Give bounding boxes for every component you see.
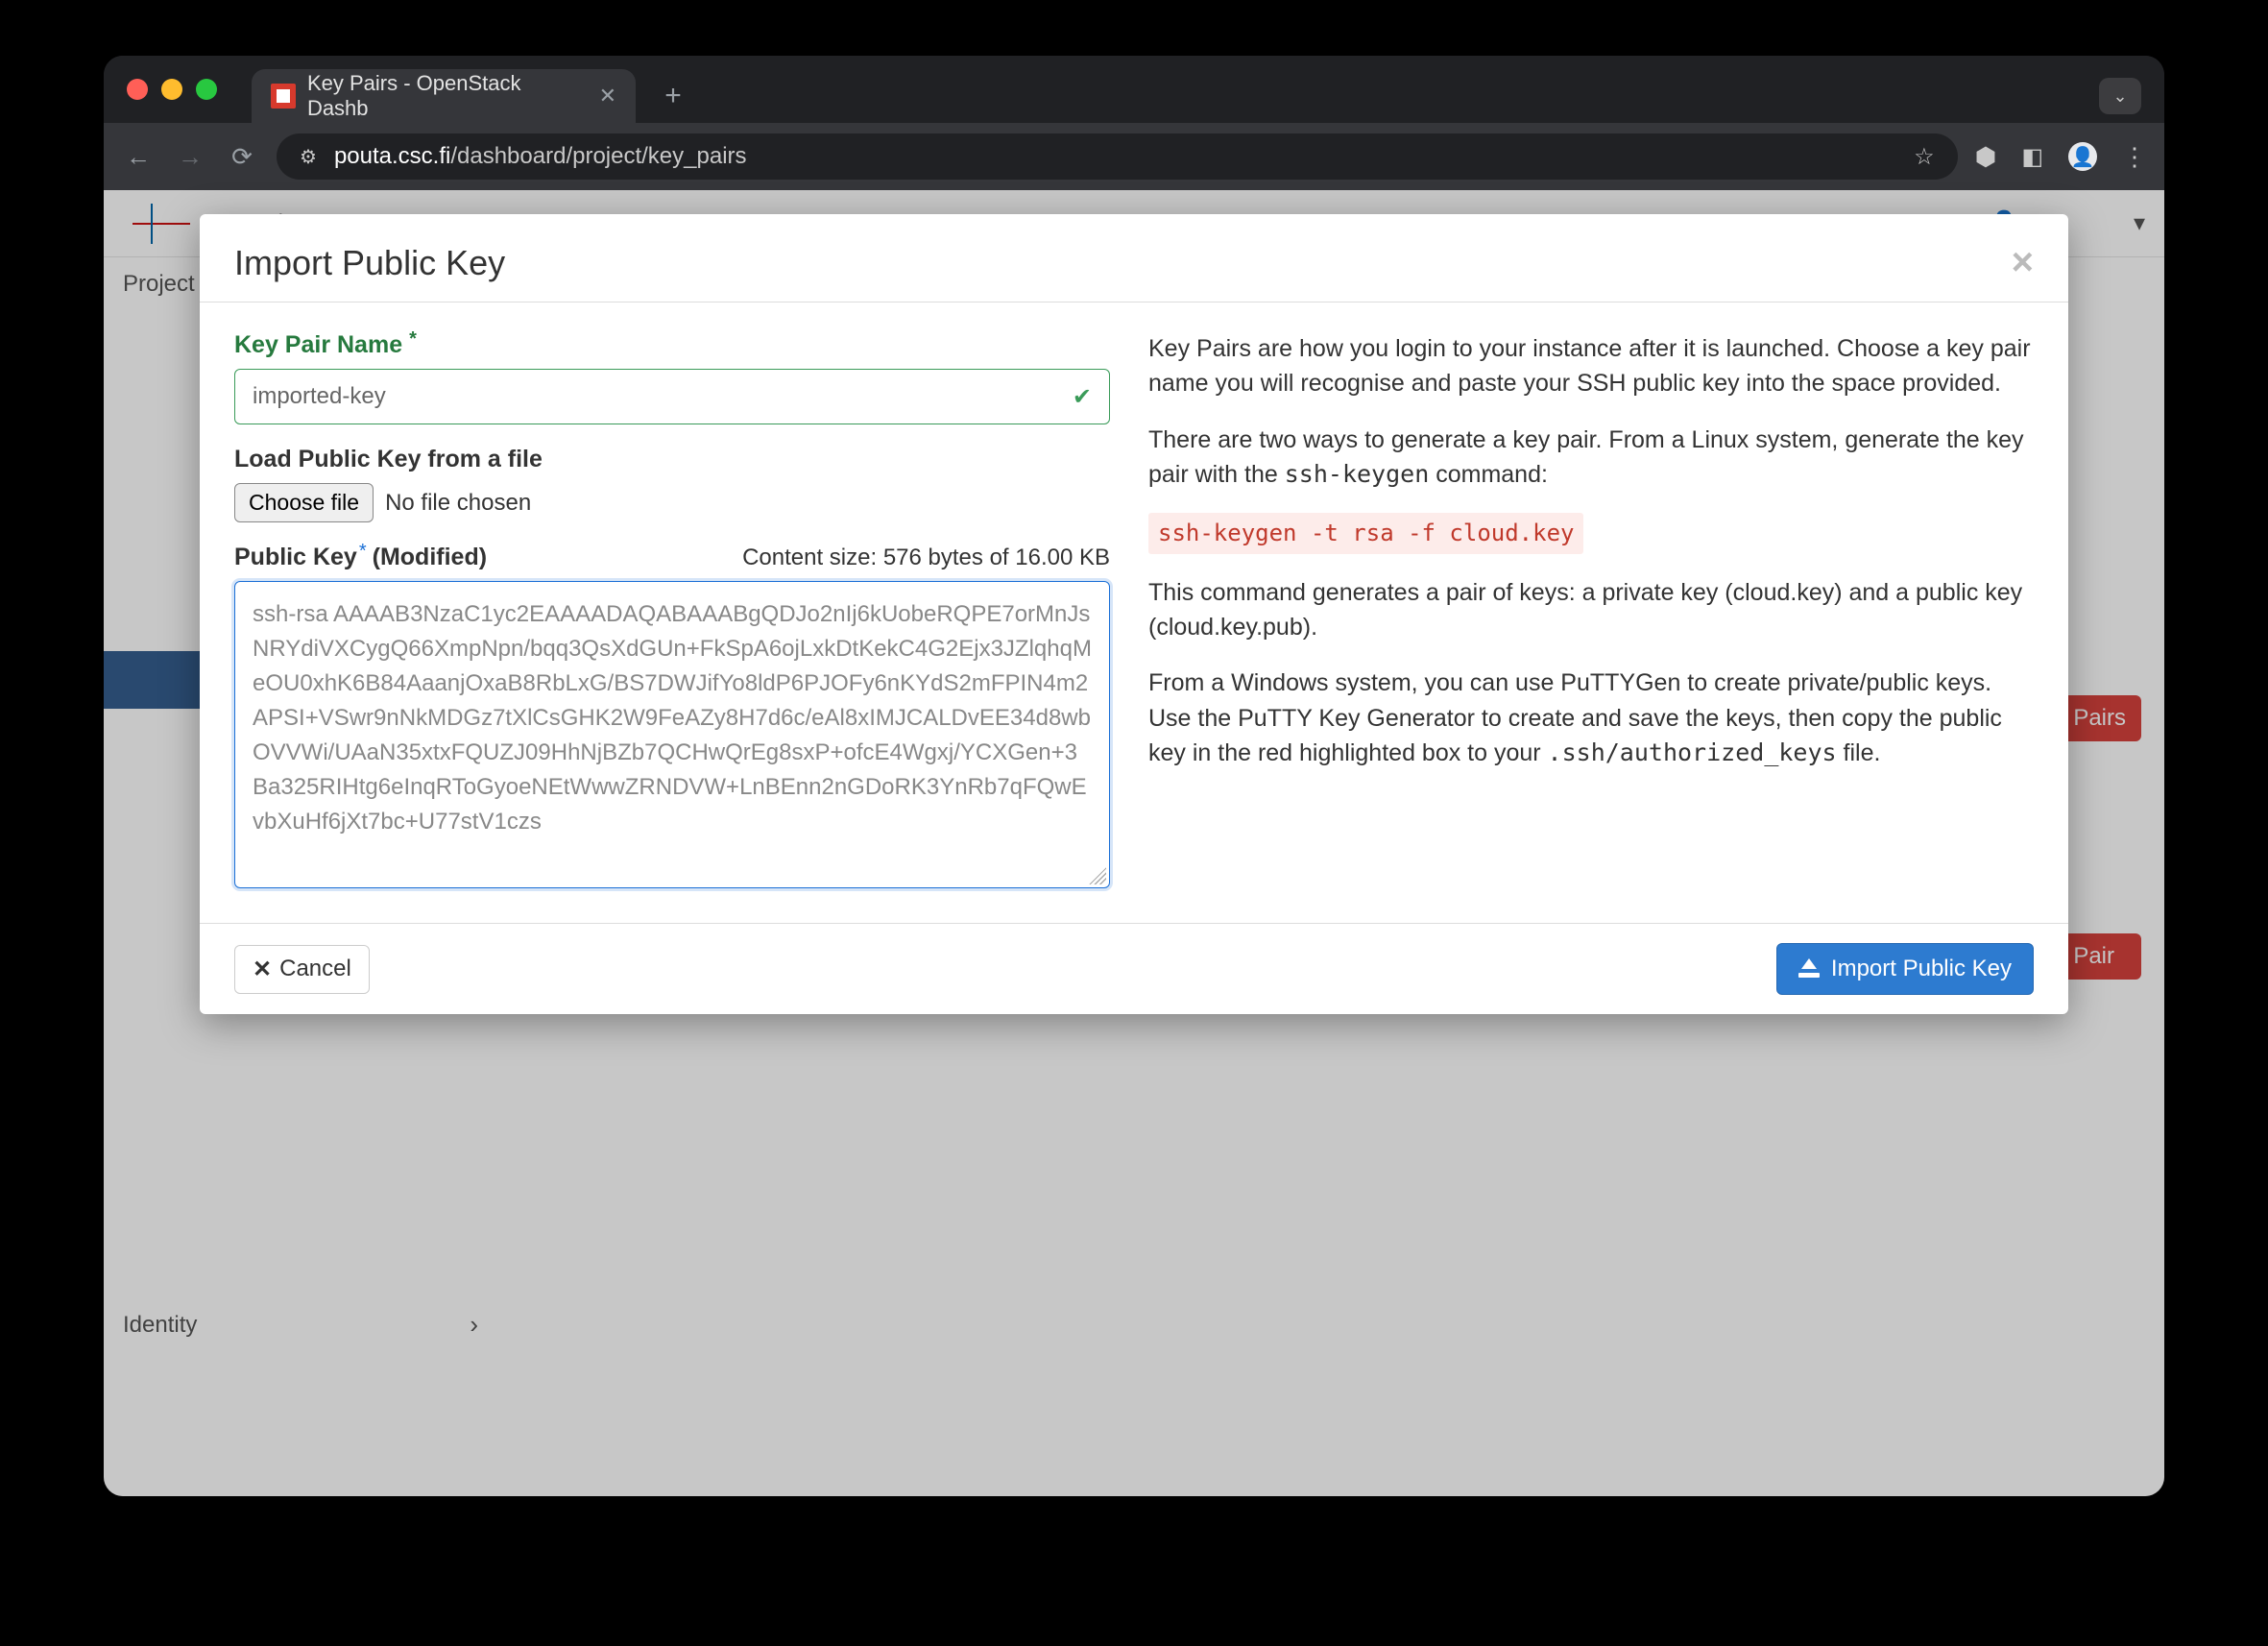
upload-icon — [1798, 960, 1820, 978]
tab-close-icon[interactable]: ✕ — [599, 84, 616, 109]
cancel-button[interactable]: ✕ Cancel — [234, 945, 370, 994]
toolbar-extensions: ⬢ ◧ 👤 ⋮ — [1975, 142, 2147, 172]
file-chosen-status: No file chosen — [385, 490, 531, 517]
help-paragraph-1: Key Pairs are how you login to your inst… — [1148, 331, 2034, 401]
modal-title: Import Public Key — [234, 243, 505, 283]
menu-icon[interactable]: ⋮ — [2122, 142, 2147, 172]
new-tab-button[interactable]: + — [651, 74, 695, 118]
reading-list-icon[interactable]: ◧ — [2021, 143, 2043, 171]
tab-title: Key Pairs - OpenStack Dashb — [307, 71, 588, 121]
reload-button[interactable]: ⟳ — [225, 142, 259, 172]
modal-body: Key Pair Name * imported-key ✔ Load Publ… — [200, 303, 2068, 923]
keypair-name-input[interactable]: imported-key ✔ — [234, 369, 1110, 424]
content-size-label: Content size: 576 bytes of 16.00 KB — [742, 545, 1110, 571]
url-host: pouta.csc.fi — [334, 143, 450, 169]
window-close-button[interactable] — [127, 79, 148, 100]
address-bar[interactable]: ⚙ pouta.csc.fi/dashboard/project/key_pai… — [277, 133, 1958, 180]
browser-window: Key Pairs - OpenStack Dashb ✕ + ⌄ ← → ⟳ … — [104, 56, 2164, 1496]
window-minimize-button[interactable] — [161, 79, 182, 100]
public-key-value: ssh-rsa AAAAB3NzaC1yc2EAAAADAQABAAABgQDJ… — [253, 601, 1092, 835]
profile-icon[interactable]: 👤 — [2068, 142, 2097, 171]
back-button[interactable]: ← — [121, 142, 156, 172]
help-paragraph-2: There are two ways to generate a key pai… — [1148, 423, 2034, 493]
modal-help-column: Key Pairs are how you login to your inst… — [1148, 331, 2034, 888]
modal-header: Import Public Key × — [200, 214, 2068, 303]
window-controls — [127, 79, 217, 100]
public-key-header: Public Key * (Modified) Content size: 57… — [234, 544, 1110, 571]
extension-icon[interactable]: ⬢ — [1975, 142, 1997, 172]
ssh-keygen-command: ssh-keygen -t rsa -f cloud.key — [1148, 513, 1583, 554]
openstack-favicon — [271, 84, 296, 109]
file-input-row: Choose file No file chosen — [234, 483, 1110, 522]
import-public-key-button[interactable]: Import Public Key — [1776, 943, 2034, 995]
import-public-key-modal: Import Public Key × Key Pair Name * impo… — [200, 214, 2068, 1014]
valid-check-icon: ✔ — [1073, 383, 1092, 411]
help-paragraph-3: This command generates a pair of keys: a… — [1148, 575, 2034, 645]
browser-tab-bar: Key Pairs - OpenStack Dashb ✕ + ⌄ — [104, 56, 2164, 123]
bookmark-icon[interactable]: ☆ — [1914, 143, 1935, 171]
site-info-icon[interactable]: ⚙ — [300, 145, 317, 169]
keypair-name-value: imported-key — [253, 383, 386, 410]
load-file-label: Load Public Key from a file — [234, 446, 1110, 473]
keypair-name-label: Key Pair Name * — [234, 331, 1110, 359]
browser-toolbar: ← → ⟳ ⚙ pouta.csc.fi/dashboard/project/k… — [104, 123, 2164, 190]
forward-button[interactable]: → — [173, 142, 207, 172]
choose-file-button[interactable]: Choose file — [234, 483, 374, 522]
public-key-label: Public Key — [234, 544, 357, 571]
close-icon: ✕ — [253, 956, 272, 983]
modal-close-button[interactable]: × — [2012, 241, 2034, 284]
window-maximize-button[interactable] — [196, 79, 217, 100]
import-button-label: Import Public Key — [1831, 956, 2012, 982]
help-paragraph-4: From a Windows system, you can use PuTTY… — [1148, 666, 2034, 770]
browser-tab[interactable]: Key Pairs - OpenStack Dashb ✕ — [252, 69, 636, 123]
page-content: ▤ project_2000000 ▾ 👤 ▾ Project Identity… — [104, 190, 2164, 1496]
public-key-modified-label: (Modified) — [373, 544, 487, 571]
cancel-label: Cancel — [279, 956, 351, 982]
public-key-textarea[interactable]: ssh-rsa AAAAB3NzaC1yc2EAAAADAQABAAABgQDJ… — [234, 581, 1110, 888]
tab-overflow-button[interactable]: ⌄ — [2099, 78, 2141, 114]
modal-form-column: Key Pair Name * imported-key ✔ Load Publ… — [234, 331, 1110, 888]
modal-footer: ✕ Cancel Import Public Key — [200, 923, 2068, 1014]
resize-grip-icon[interactable] — [1089, 867, 1106, 884]
url-path: /dashboard/project/key_pairs — [450, 143, 746, 169]
